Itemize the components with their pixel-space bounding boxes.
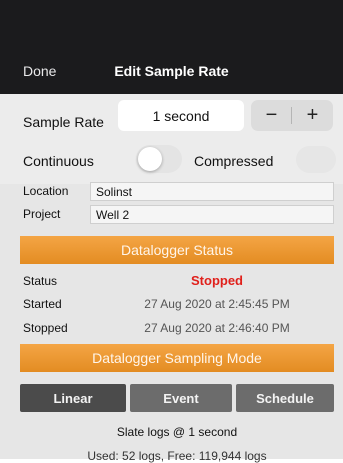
background-toggle [296,146,336,173]
started-value: 27 Aug 2020 at 2:45:45 PM [144,297,290,311]
sample-rate-label: Sample Rate [23,114,104,130]
stopped-row-label: Stopped [23,321,68,335]
compressed-label: Compressed [194,153,274,169]
memory-summary: Used: 52 logs, Free: 119,944 logs [87,449,267,463]
datalogger-status-title: Datalogger Status [120,242,234,258]
continuous-label: Continuous [23,153,94,169]
page-title: Edit Sample Rate [114,63,229,79]
sampling-mode-header: Datalogger Sampling Mode [20,344,334,372]
toggle-knob [138,147,162,171]
event-mode-button[interactable]: Event [130,384,232,412]
datalogger-status-header: Datalogger Status [20,236,334,264]
schedule-mode-button[interactable]: Schedule [236,384,334,412]
status-badge: Stopped [191,273,243,288]
project-label: Project [23,207,61,221]
increment-button[interactable]: + [292,100,333,131]
sampling-mode-title: Datalogger Sampling Mode [92,350,262,366]
navigation-bar: Done Edit Sample Rate [0,48,343,94]
stopped-value: 27 Aug 2020 at 2:46:40 PM [144,321,290,335]
status-bar-area [0,0,343,48]
started-row-label: Started [23,297,62,311]
sample-rate-value: 1 second [152,107,210,124]
project-value: Well 2 [96,207,130,222]
continuous-compressed-toggle[interactable] [136,145,182,173]
sample-rate-field[interactable]: 1 second [118,100,244,131]
location-label: Location [23,184,69,198]
location-field[interactable]: Solinst [90,182,334,201]
decrement-button[interactable]: − [251,100,292,131]
sampling-summary: Slate logs @ 1 second [116,425,238,439]
location-value: Solinst [96,184,133,199]
sample-rate-stepper: − + [251,100,333,131]
project-field[interactable]: Well 2 [90,205,334,224]
linear-mode-button[interactable]: Linear [20,384,126,412]
status-row-label: Status [23,274,58,288]
